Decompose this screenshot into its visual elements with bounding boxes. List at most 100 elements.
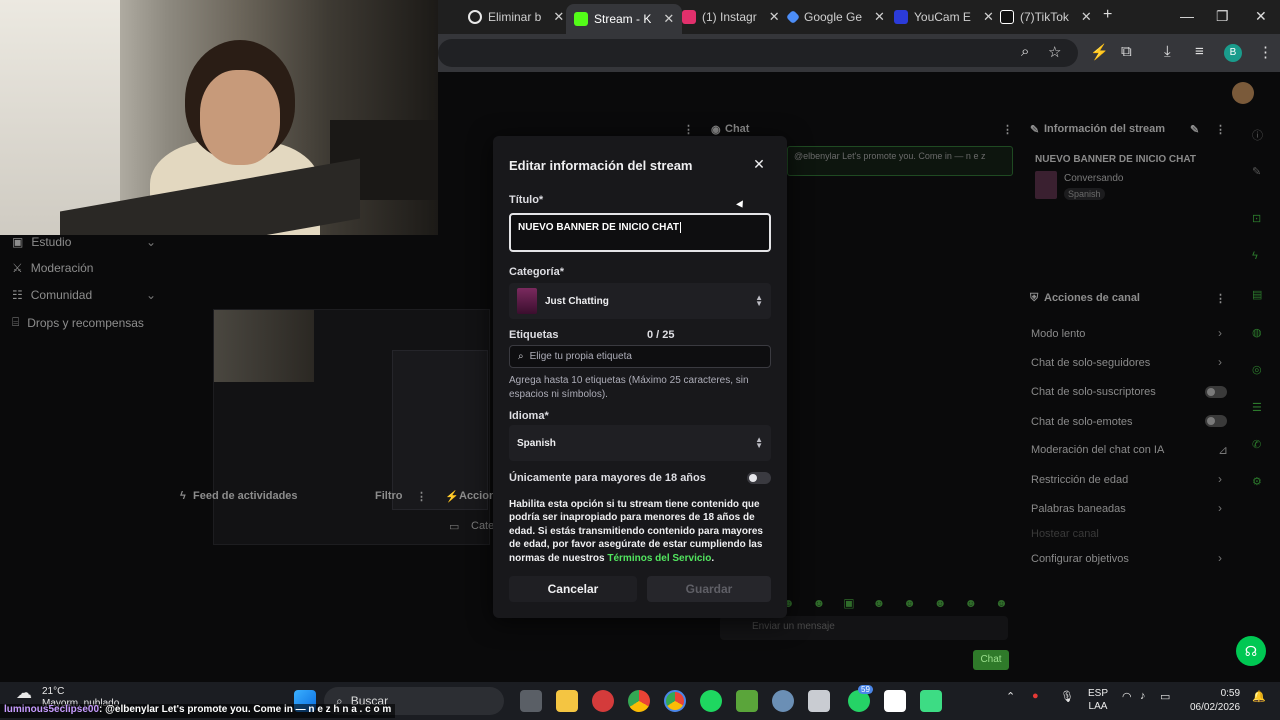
microphone-icon[interactable]: 🎙 xyxy=(1060,690,1074,703)
chevron-up-icon[interactable]: ⌃ xyxy=(1006,690,1015,703)
download-icon[interactable]: ⤓ xyxy=(1164,43,1171,60)
activity-filter-button[interactable]: Filtro xyxy=(375,490,403,502)
settings-icon[interactable] xyxy=(772,690,794,712)
close-window-icon[interactable]: ✕ xyxy=(1255,8,1267,25)
close-tab-icon[interactable]: ✕ xyxy=(769,9,780,25)
extensions-icon[interactable]: ⧉ xyxy=(1121,43,1132,60)
chevron-down-icon[interactable]: ⌄ xyxy=(146,288,156,302)
battery-icon[interactable]: ▭ xyxy=(1160,690,1170,703)
chat-menu-icon[interactable]: ⋮ xyxy=(1002,123,1013,136)
chat-icon: ◉ xyxy=(711,124,721,136)
chat-send-button[interactable]: Chat xyxy=(973,650,1009,670)
close-tab-icon[interactable]: ✕ xyxy=(874,9,885,25)
tab-google-gemini[interactable]: Google Ge ✕ xyxy=(780,4,893,30)
chart-icon[interactable]: ⊿ xyxy=(1218,443,1228,457)
plug-icon[interactable]: ⚙ xyxy=(1252,475,1264,488)
calculator-icon[interactable] xyxy=(808,690,830,712)
action-subscribers-only[interactable]: Chat de solo-suscriptores xyxy=(1031,386,1156,398)
pen-icon[interactable]: ✎ xyxy=(1252,165,1264,178)
capcut-icon[interactable] xyxy=(884,690,906,712)
chevron-right-icon[interactable]: › xyxy=(1218,472,1222,486)
close-icon[interactable]: ✕ xyxy=(751,156,767,172)
close-tab-icon[interactable]: ✕ xyxy=(663,11,674,27)
address-bar[interactable] xyxy=(438,39,1078,67)
cancel-button[interactable]: Cancelar xyxy=(509,576,637,602)
new-tab-button[interactable]: + xyxy=(1103,6,1112,24)
minimize-icon[interactable]: — xyxy=(1180,8,1194,24)
sidebar-item-moderacion[interactable]: ⚔ Moderación xyxy=(12,261,93,275)
bolt-icon[interactable]: ϟ xyxy=(1252,250,1264,262)
sidebar-item-drops[interactable]: ⌸ Drops y recompensas xyxy=(12,315,144,330)
action-banned-words[interactable]: Palabras baneadas xyxy=(1031,503,1126,515)
chevron-right-icon[interactable]: › xyxy=(1218,326,1222,340)
task-view-icon[interactable] xyxy=(520,690,542,712)
tab-instagram[interactable]: (1) Instagr ✕ xyxy=(674,4,788,30)
bookmark-star-icon[interactable]: ☆ xyxy=(1048,43,1061,61)
chevron-right-icon[interactable]: › xyxy=(1218,355,1222,369)
app-icon[interactable] xyxy=(592,690,614,712)
notifications-icon[interactable]: 🔔 xyxy=(1252,690,1266,703)
action-ai-moderation[interactable]: Moderación del chat con IA xyxy=(1031,444,1164,456)
file-explorer-icon[interactable] xyxy=(556,690,578,712)
chevron-right-icon[interactable]: › xyxy=(1218,501,1222,515)
layout-icon[interactable]: ⊡ xyxy=(1252,212,1264,225)
profile-avatar[interactable]: B xyxy=(1224,44,1242,62)
broadcast-icon[interactable]: ◎ xyxy=(1252,363,1264,376)
tab-tiktok[interactable]: (7)TikTok ✕ xyxy=(992,4,1100,30)
emote-bar[interactable]: ☻☻▣☻☻☻☻☻ xyxy=(782,596,1026,610)
tab-youcam[interactable]: YouCam E ✕ xyxy=(886,4,1002,30)
action-emotes-only[interactable]: Chat de solo-emotes xyxy=(1031,416,1133,428)
wrench-icon[interactable]: ✆ xyxy=(1252,438,1264,451)
close-tab-icon[interactable]: ✕ xyxy=(553,9,564,25)
input-language[interactable]: ESP LAA xyxy=(1088,687,1108,713)
tab-stream-kick[interactable]: Stream - K ✕ xyxy=(566,4,683,34)
restore-icon[interactable]: ❐ xyxy=(1216,8,1229,25)
tags-input[interactable]: ⌕ Elige tu propia etiqueta xyxy=(509,345,771,368)
menu-icon[interactable]: ⋮ xyxy=(1258,43,1273,61)
category-action-label[interactable]: Cate xyxy=(471,520,494,532)
title-input[interactable]: NUEVO BANNER DE INICIO CHAT xyxy=(509,213,771,252)
tab-eliminar[interactable]: Eliminar b ✕ xyxy=(460,4,572,30)
adult-only-toggle[interactable] xyxy=(747,472,771,484)
tray-app-icon[interactable]: ● xyxy=(1032,690,1039,702)
action-goals[interactable]: Configurar objetivos xyxy=(1031,553,1129,565)
speaker-icon[interactable]: ♪ xyxy=(1140,690,1146,702)
user-avatar[interactable] xyxy=(1232,82,1254,104)
action-host-channel[interactable]: Hostear canal xyxy=(1031,528,1099,540)
action-slow-mode[interactable]: Modo lento xyxy=(1031,328,1085,340)
channel-actions-menu-icon[interactable]: ⋮ xyxy=(1215,292,1226,305)
wifi-icon[interactable]: ◠ xyxy=(1122,690,1132,703)
system-clock[interactable]: 0:59 06/02/2026 xyxy=(1190,687,1240,715)
panel-menu-icon[interactable]: ⋮ xyxy=(683,123,694,136)
spotify-icon[interactable] xyxy=(700,690,722,712)
sidebar-item-estudio[interactable]: ▣ Estudio xyxy=(12,235,71,249)
android-icon[interactable] xyxy=(920,690,942,712)
emotes-only-toggle[interactable] xyxy=(1205,415,1227,427)
close-tab-icon[interactable]: ✕ xyxy=(1081,9,1092,25)
action-followers-only[interactable]: Chat de solo-seguidores xyxy=(1031,357,1150,369)
stream-info-menu-icon[interactable]: ⋮ xyxy=(1215,123,1226,136)
reading-list-icon[interactable]: ≡ xyxy=(1195,43,1204,60)
chrome-icon[interactable] xyxy=(628,690,650,712)
terms-of-service-link[interactable]: Términos del Servicio xyxy=(607,553,711,564)
save-button[interactable]: Guardar xyxy=(647,576,771,602)
headset-help-button[interactable]: ☊ xyxy=(1236,636,1266,666)
chevron-down-icon[interactable]: ⌄ xyxy=(146,235,156,249)
language-select[interactable]: Spanish ▲ ▼ xyxy=(509,425,771,461)
edit-icon[interactable]: ✎ xyxy=(1190,123,1199,136)
info-icon[interactable]: ⓘ xyxy=(1252,127,1264,142)
category-select[interactable]: Just Chatting ▲ ▼ xyxy=(509,283,771,319)
chat-input[interactable]: Enviar un mensaje xyxy=(720,616,1008,640)
subscribers-only-toggle[interactable] xyxy=(1205,386,1227,398)
list-icon[interactable]: ☰ xyxy=(1252,401,1264,414)
chrome-active-icon[interactable] xyxy=(664,690,686,712)
chevron-right-icon[interactable]: › xyxy=(1218,551,1222,565)
activity-menu-icon[interactable]: ⋮ xyxy=(416,490,427,503)
doc-icon[interactable]: ▤ xyxy=(1252,288,1264,301)
translate-extension-icon[interactable]: ⚡ xyxy=(1090,43,1109,61)
sidebar-item-comunidad[interactable]: ☷ Comunidad xyxy=(12,288,92,302)
action-age-restriction[interactable]: Restricción de edad xyxy=(1031,474,1128,486)
zoom-icon[interactable]: ⌕ xyxy=(1021,43,1029,60)
chat-bubble-icon[interactable]: ◍ xyxy=(1252,326,1264,339)
minecraft-icon[interactable] xyxy=(736,690,758,712)
